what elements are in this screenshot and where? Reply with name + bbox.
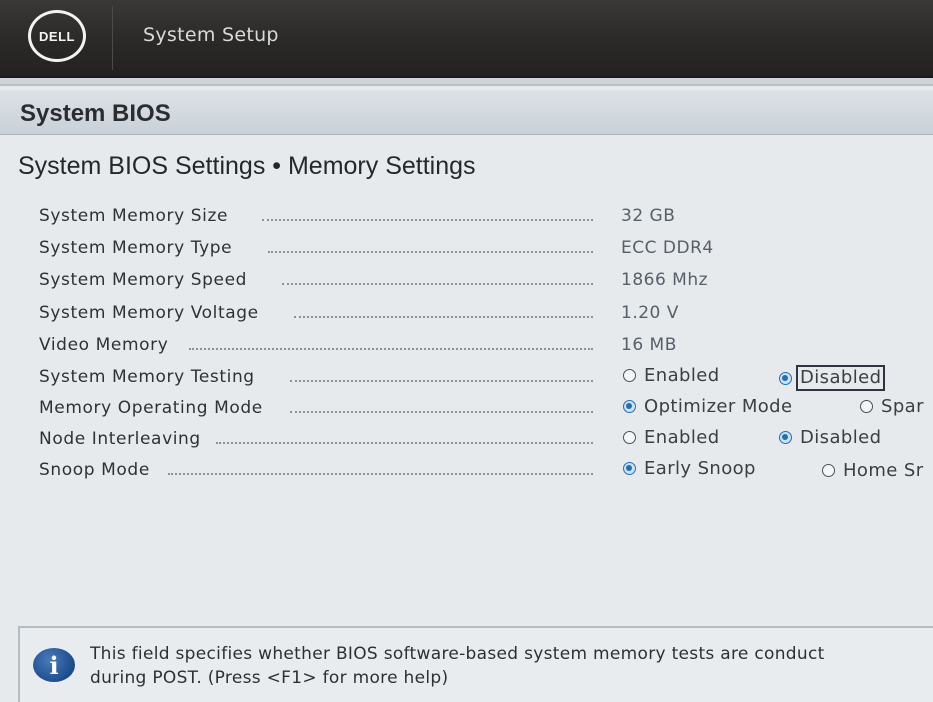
radio-memory-testing-disabled[interactable]: Disabled — [779, 365, 886, 391]
section-header: System BIOS — [0, 90, 933, 135]
setting-row-memory-voltage[interactable]: System Memory Voltage 1.20 V — [0, 299, 933, 329]
help-text-line-1: This field specifies whether BIOS softwa… — [90, 644, 825, 664]
radio-home-snoop[interactable]: Home Sr — [822, 460, 924, 481]
setting-row-memory-speed[interactable]: System Memory Speed 1866 Mhz — [0, 266, 933, 296]
radio-circle-icon — [860, 400, 873, 413]
radio-label: Disabled — [800, 427, 882, 448]
help-text: This field specifies whether BIOS softwa… — [90, 642, 930, 690]
setting-row-memory-type[interactable]: System Memory Type ECC DDR4 — [0, 234, 933, 264]
radio-optimizer-mode[interactable]: Optimizer Mode — [623, 396, 792, 417]
topbar-divider — [112, 6, 113, 70]
dell-logo-text: DELL — [39, 28, 75, 44]
info-icon: i — [33, 648, 75, 682]
radio-label-focused: Disabled — [796, 365, 886, 391]
leader-dots — [268, 251, 593, 253]
setting-label: System Memory Testing — [39, 367, 255, 387]
help-panel: i This field specifies whether BIOS soft… — [18, 626, 933, 702]
radio-label: Optimizer Mode — [644, 396, 793, 417]
leader-dots — [262, 219, 593, 221]
main-panel: System BIOS System BIOS Settings • Memor… — [0, 84, 933, 702]
radio-label: Spar — [881, 396, 924, 417]
leader-dots — [294, 316, 593, 318]
radio-early-snoop[interactable]: Early Snoop — [623, 458, 756, 479]
setting-label: Node Interleaving — [39, 429, 201, 449]
app-title: System Setup — [143, 24, 279, 46]
top-bar: DELL System Setup — [0, 0, 933, 78]
radio-label: Early Snoop — [644, 458, 756, 479]
setting-label: Memory Operating Mode — [39, 398, 263, 418]
leader-dots — [189, 348, 593, 350]
setting-row-memory-size[interactable]: System Memory Size 32 GB — [0, 202, 933, 232]
setting-label: System Memory Voltage — [39, 303, 259, 323]
radio-selected-icon — [779, 371, 792, 385]
setting-value: 16 MB — [621, 335, 677, 355]
radio-circle-icon — [623, 369, 636, 382]
radio-spare-mode[interactable]: Spar — [860, 396, 924, 417]
setting-label: System Memory Type — [39, 238, 233, 258]
setting-value: 32 GB — [621, 206, 676, 226]
setting-value: 1866 Mhz — [621, 270, 709, 290]
help-text-line-2: during POST. (Press <F1> for more help) — [90, 668, 449, 688]
radio-memory-testing-enabled[interactable]: Enabled — [623, 365, 720, 386]
leader-dots — [290, 411, 593, 413]
radio-label: Enabled — [644, 365, 720, 386]
radio-label: Home Sr — [843, 460, 924, 481]
setting-row-memory-testing[interactable]: System Memory Testing Enabled Disabled — [0, 363, 933, 393]
setting-label: System Memory Speed — [39, 270, 248, 290]
setting-label: Snoop Mode — [39, 460, 150, 480]
leader-dots — [216, 442, 593, 444]
setting-row-node-interleaving[interactable]: Node Interleaving Enabled Disabled — [0, 425, 933, 455]
settings-list: System Memory Size 32 GB System Memory T… — [0, 194, 933, 614]
radio-node-interleaving-enabled[interactable]: Enabled — [623, 427, 720, 448]
radio-circle-icon — [822, 464, 835, 477]
setting-value: 1.20 V — [621, 303, 679, 323]
setting-row-video-memory[interactable]: Video Memory 16 MB — [0, 331, 933, 361]
section-title: System BIOS — [20, 100, 171, 127]
radio-selected-icon — [623, 462, 636, 475]
radio-selected-icon — [779, 431, 792, 444]
leader-dots — [168, 473, 593, 475]
setting-value: ECC DDR4 — [621, 238, 714, 258]
leader-dots — [290, 380, 593, 382]
radio-label: Enabled — [644, 427, 720, 448]
dell-logo: DELL — [28, 10, 86, 62]
leader-dots — [282, 283, 593, 285]
setting-label: System Memory Size — [39, 206, 229, 226]
setting-row-memory-operating-mode[interactable]: Memory Operating Mode Optimizer Mode Spa… — [0, 394, 933, 424]
page-title: System BIOS Settings • Memory Settings — [18, 152, 476, 180]
radio-selected-icon — [623, 400, 636, 413]
radio-node-interleaving-disabled[interactable]: Disabled — [779, 427, 881, 448]
setting-label: Video Memory — [39, 335, 169, 355]
radio-circle-icon — [623, 431, 636, 444]
setting-row-snoop-mode[interactable]: Snoop Mode Early Snoop Home Sr — [0, 456, 933, 486]
